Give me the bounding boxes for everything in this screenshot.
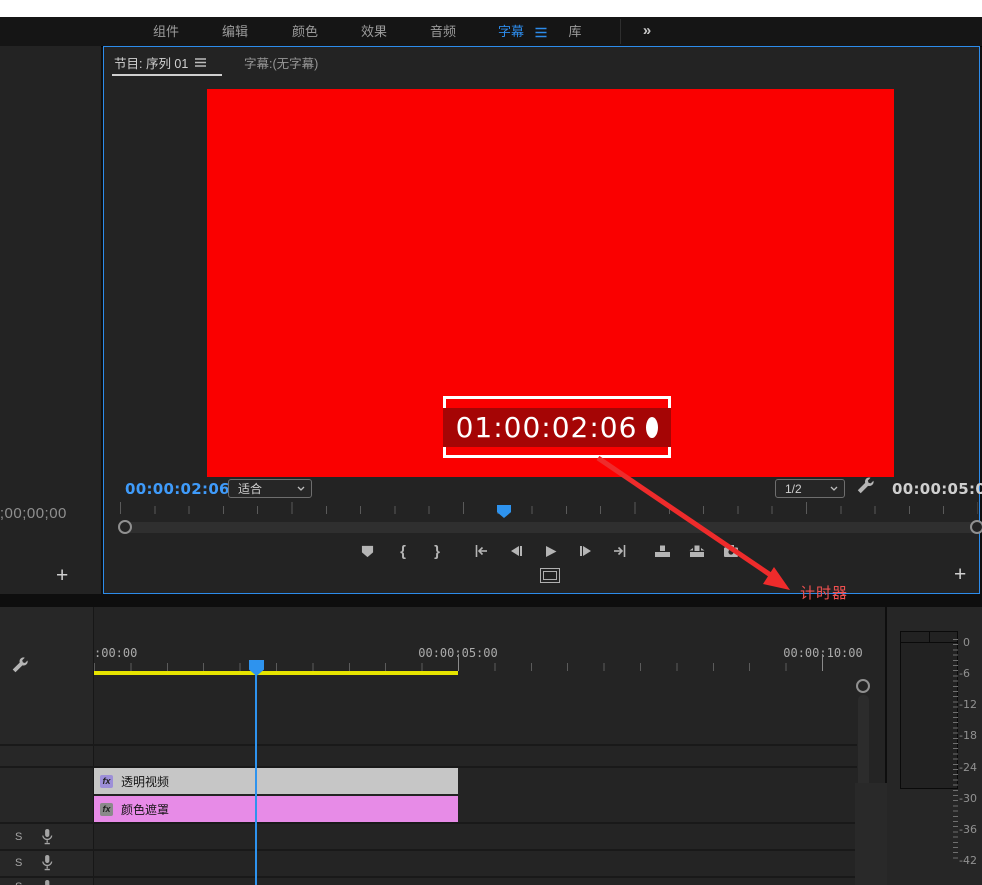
ruler-label-end: 00:00:10:00 xyxy=(783,646,862,660)
audio-meter-bars[interactable] xyxy=(900,631,958,789)
go-to-in-icon[interactable] xyxy=(469,539,493,563)
clip-transparent-video[interactable]: fx 透明视频 xyxy=(94,768,458,794)
db-label: -18 xyxy=(959,729,977,742)
clip-label: 透明视频 xyxy=(121,773,169,790)
zoom-level-select[interactable]: 适合 xyxy=(228,479,312,498)
out-point-timecode[interactable]: 00:00:05:00 xyxy=(892,480,982,498)
zoom-level-value: 适合 xyxy=(238,480,262,497)
playhead-timecode[interactable]: 00:00:02:06 xyxy=(125,480,230,498)
safe-margins-button[interactable] xyxy=(540,568,560,583)
timeline-vscroll-knob[interactable] xyxy=(856,679,870,693)
audio2-solo-button[interactable]: S xyxy=(15,857,22,869)
workspace-tab-editing[interactable]: 编辑 xyxy=(222,17,248,46)
ruler-label-start: :00:00 xyxy=(94,646,137,660)
active-tab-underline xyxy=(112,74,222,76)
scrollbar-left-knob[interactable] xyxy=(118,520,132,534)
audio3-solo-button[interactable]: S xyxy=(15,881,22,885)
captions-tab-label: 字幕:(无字幕) xyxy=(244,53,318,72)
db-label: -24 xyxy=(959,761,977,774)
workspace-tab-captions[interactable]: 字幕 xyxy=(498,17,524,46)
left-gutter-panel: 0;00;00;00 + xyxy=(0,46,101,594)
tab-captions[interactable]: 字幕:(无字幕) xyxy=(244,53,318,72)
settings-wrench-icon[interactable] xyxy=(856,476,875,495)
monitor-mini-ruler-major-ticks xyxy=(120,502,978,514)
step-forward-icon[interactable] xyxy=(573,539,597,563)
timeline-wrench-icon[interactable] xyxy=(11,656,29,674)
audio3-record-mic-icon[interactable] xyxy=(40,879,54,885)
workspace-tab-color[interactable]: 颜色 xyxy=(292,17,318,46)
track-divider xyxy=(0,849,857,851)
ruler-major-tick-10s xyxy=(822,654,823,671)
audio-meter-channel-divider xyxy=(929,632,930,643)
gutter-add-button[interactable]: + xyxy=(56,564,68,588)
timeline-playhead-line[interactable] xyxy=(255,660,257,885)
mark-in-icon[interactable]: { xyxy=(391,539,415,563)
annotation-timer-label: 计时器 xyxy=(800,582,848,603)
db-label: -6 xyxy=(959,667,970,680)
track-divider xyxy=(0,822,857,824)
resolution-value: 1/2 xyxy=(785,482,802,496)
timecode-cursor-oval xyxy=(646,417,658,438)
fx-badge-icon[interactable]: fx xyxy=(100,803,113,816)
workspace-tab-effects[interactable]: 效果 xyxy=(361,17,387,46)
audio1-record-mic-icon[interactable] xyxy=(40,828,54,845)
mark-out-icon[interactable]: } xyxy=(425,539,449,563)
db-label: -36 xyxy=(959,823,977,836)
audio-meter-panel: 0 -6 -12 -18 -24 -30 -36 -42 xyxy=(887,607,982,885)
playback-resolution-select[interactable]: 1/2 xyxy=(775,479,845,498)
chevron-down-icon xyxy=(297,486,305,491)
fx-badge-icon[interactable]: fx xyxy=(100,775,113,788)
monitor-horizontal-scrollbar[interactable] xyxy=(120,522,978,533)
tab-program-sequence[interactable]: 节目: 序列 01 xyxy=(114,53,206,72)
work-area-bar[interactable] xyxy=(94,671,458,675)
lift-icon[interactable] xyxy=(650,539,674,563)
scrollbar-right-knob[interactable] xyxy=(970,520,982,534)
chevron-down-icon xyxy=(830,486,838,491)
monitor-add-button[interactable]: + xyxy=(954,563,966,587)
step-back-icon[interactable] xyxy=(504,539,528,563)
db-scale-ticks xyxy=(953,639,958,861)
db-label: -12 xyxy=(959,698,977,711)
audio2-record-mic-icon[interactable] xyxy=(40,854,54,871)
play-button-icon[interactable] xyxy=(538,539,562,563)
timeline-panel: :00:00 00:00:05:00 00:00:10:00 fx 透明视频 f… xyxy=(0,607,885,885)
audio1-solo-button[interactable]: S xyxy=(15,831,22,843)
timecode-overlay-inner: 01:00:02:06 xyxy=(443,408,672,447)
track-divider xyxy=(0,744,857,746)
workspace-tab-libraries[interactable]: 库 xyxy=(568,17,581,46)
premiere-app-window: 组件 编辑 颜色 效果 音频 字幕 库 » 0;00;00;00 + 节目: 序… xyxy=(0,0,982,885)
db-label: 0 xyxy=(963,636,970,649)
video-preview-frame[interactable]: 01:00:02:06 xyxy=(207,89,894,477)
overlay-timecode-text: 01:00:02:06 xyxy=(456,411,638,444)
db-label: -42 xyxy=(959,854,977,867)
workspace-overflow-button[interactable]: » xyxy=(643,17,651,46)
clip-color-matte[interactable]: fx 颜色遮罩 xyxy=(94,796,458,822)
hamburger-icon[interactable] xyxy=(535,18,548,47)
ruler-major-tick-5s xyxy=(458,654,459,671)
timeline-vscroll-track[interactable] xyxy=(858,695,869,790)
safe-margins-inner-rect xyxy=(543,571,557,580)
go-to-out-icon[interactable] xyxy=(608,539,632,563)
extract-icon[interactable] xyxy=(685,539,709,563)
top-window-strip xyxy=(0,0,982,17)
add-marker-icon[interactable] xyxy=(355,539,379,563)
timecode-overlay-box: 01:00:02:06 xyxy=(443,396,671,458)
clip-label: 颜色遮罩 xyxy=(121,801,169,818)
export-frame-camera-icon[interactable] xyxy=(719,539,743,563)
workspace-bar: 组件 编辑 颜色 效果 音频 字幕 库 » xyxy=(0,17,982,47)
gutter-timecode: 0;00;00;00 xyxy=(0,505,67,522)
timeline-ruler[interactable] xyxy=(94,663,858,671)
db-label: -30 xyxy=(959,792,977,805)
monitor-playhead-marker[interactable] xyxy=(497,505,511,518)
program-monitor-panel: 节目: 序列 01 字幕:(无字幕) 01:00:02:06 00:00:02:… xyxy=(103,46,980,594)
track-divider xyxy=(0,876,857,878)
panel-menu-icon[interactable] xyxy=(195,58,206,67)
program-tab-label: 节目: 序列 01 xyxy=(114,53,188,72)
workspace-tab-assembly[interactable]: 组件 xyxy=(153,17,179,46)
menubar-divider xyxy=(620,19,621,44)
workspace-tab-audio[interactable]: 音频 xyxy=(430,17,456,46)
